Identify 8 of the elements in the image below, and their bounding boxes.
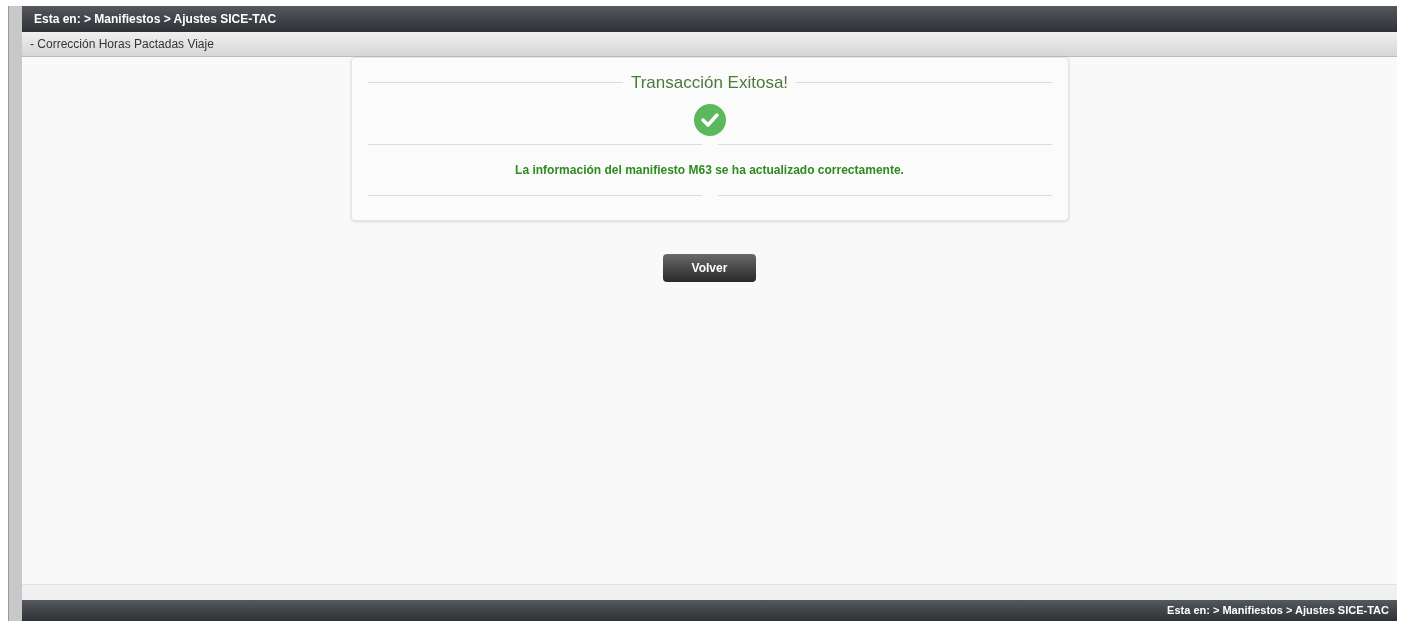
section-title: - Corrección Horas Pactadas Viaje (30, 36, 214, 53)
horizontal-scrollbar[interactable] (22, 584, 1397, 600)
check-circle-icon (693, 103, 726, 136)
breadcrumb: Esta en: > Manifiestos > Ajustes SICE-TAC (34, 11, 277, 28)
message-title: Transacción Exitosa! (630, 72, 789, 94)
message-text: La información del manifiesto M63 se ha actualizado correctamente. (515, 161, 904, 179)
back-button[interactable]: Volver (663, 253, 756, 282)
breadcrumb: Esta en: > Manifiestos > Ajustes SICE-TAC (1167, 603, 1389, 619)
